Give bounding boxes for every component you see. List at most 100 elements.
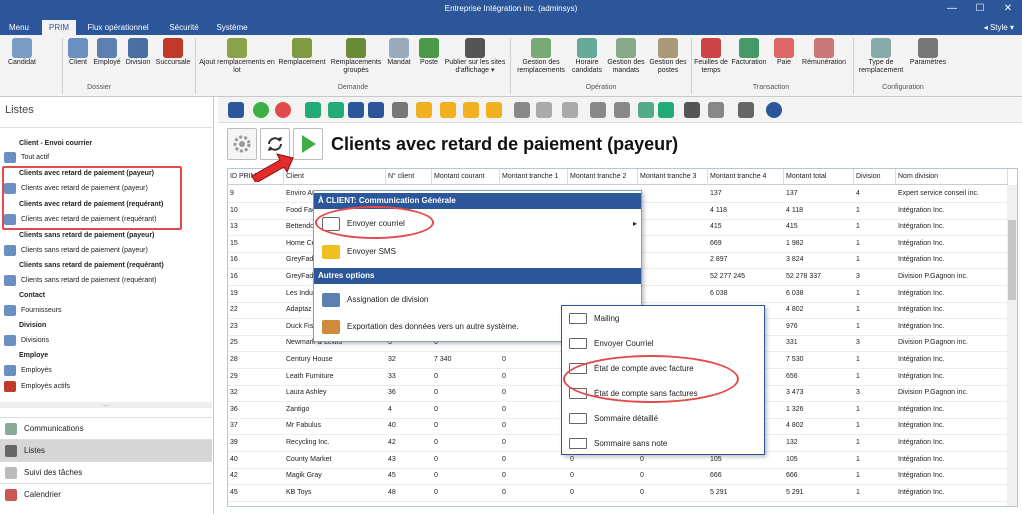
table-cell[interactable]: 1 xyxy=(854,402,896,418)
ribbon-type-remplacement-button[interactable]: Type de remplacement xyxy=(856,38,906,75)
table-cell[interactable]: 39 xyxy=(228,435,284,451)
column-header[interactable]: Client xyxy=(284,169,386,185)
table-cell[interactable]: 137 xyxy=(708,186,784,202)
ribbon-candidat-button[interactable]: Candidat xyxy=(4,38,40,67)
copy-icon[interactable] xyxy=(708,102,724,118)
tab-securite[interactable]: Sécurité xyxy=(164,20,204,35)
table-cell[interactable]: 3 xyxy=(854,385,896,401)
table-cell[interactable]: Intégration Inc. xyxy=(896,402,1008,418)
table-cell[interactable]: Intégration Inc. xyxy=(896,352,1008,368)
table-cell[interactable]: 4 xyxy=(386,402,432,418)
next-icon[interactable] xyxy=(463,102,479,118)
table-cell[interactable] xyxy=(638,203,708,219)
table-cell[interactable]: 0 xyxy=(500,369,568,385)
table-cell[interactable]: 28 xyxy=(228,352,284,368)
table-cell[interactable]: 976 xyxy=(784,319,854,335)
table-cell[interactable]: Intégration Inc. xyxy=(896,435,1008,451)
table-cell[interactable]: 1 xyxy=(854,302,896,318)
filter-edit-icon[interactable] xyxy=(368,102,384,118)
table-cell[interactable]: 52 278 337 xyxy=(784,269,854,285)
table-cell[interactable]: 0 xyxy=(500,468,568,484)
column-header[interactable]: N° client xyxy=(386,169,432,185)
table-cell[interactable]: 3 xyxy=(854,335,896,351)
ribbon-division-button[interactable]: Division xyxy=(123,38,153,67)
table-cell[interactable]: Mr Fabulus xyxy=(284,418,386,434)
tree-item[interactable]: Clients sans retard de paiement (payeur) xyxy=(4,244,148,257)
export-icon[interactable] xyxy=(658,102,674,118)
table-cell[interactable] xyxy=(638,219,708,235)
table-cell[interactable]: 13 xyxy=(228,219,284,235)
table-cell[interactable]: 1 xyxy=(854,468,896,484)
first-icon[interactable] xyxy=(416,102,432,118)
table-cell[interactable] xyxy=(638,252,708,268)
ribbon-ajout-remplacements-button[interactable]: Ajout remplacements en lot xyxy=(199,38,275,75)
table-cell[interactable]: Century House xyxy=(284,352,386,368)
tree-item[interactable]: Tout actif xyxy=(4,151,49,164)
column-header[interactable]: Nom division xyxy=(896,169,1008,185)
table-cell[interactable]: 22 xyxy=(228,302,284,318)
ribbon-succursale-button[interactable]: Succursale xyxy=(154,38,192,67)
table-cell[interactable]: 0 xyxy=(500,418,568,434)
table-cell[interactable]: 0 xyxy=(432,418,500,434)
table-cell[interactable]: 1 xyxy=(854,319,896,335)
ribbon-employe-button[interactable]: Employé xyxy=(92,38,122,67)
tree-item[interactable]: Employés actifs xyxy=(4,380,70,393)
table-cell[interactable]: 0 xyxy=(500,452,568,468)
table-cell[interactable]: Division P.Gagnon inc. xyxy=(896,335,1008,351)
table-cell[interactable]: 10 xyxy=(228,203,284,219)
table-cell[interactable]: 132 xyxy=(784,435,854,451)
splitter[interactable]: ..... xyxy=(0,402,212,408)
add-icon[interactable] xyxy=(253,102,269,118)
table-cell[interactable]: Intégration Inc. xyxy=(896,286,1008,302)
table-cell[interactable]: 0 xyxy=(638,485,708,501)
tree-item[interactable]: Contact xyxy=(4,289,45,302)
table-cell[interactable]: 16 xyxy=(228,269,284,285)
table-cell[interactable]: 105 xyxy=(784,452,854,468)
table-cell[interactable]: 0 xyxy=(500,435,568,451)
ribbon-feuilles-temps-button[interactable]: Feuilles de temps xyxy=(694,38,728,75)
table-cell[interactable]: County Market xyxy=(284,452,386,468)
last-icon[interactable] xyxy=(486,102,502,118)
table-cell[interactable]: 32 xyxy=(386,352,432,368)
tree-item[interactable]: Fournisseurs xyxy=(4,304,61,317)
table-cell[interactable]: Intégration Inc. xyxy=(896,418,1008,434)
tree-item[interactable]: Employe xyxy=(4,349,48,362)
table-cell[interactable]: 1 982 xyxy=(784,236,854,252)
tree-item[interactable]: Clients sans retard de paiement (payeur) xyxy=(4,229,154,242)
table-cell[interactable]: 0 xyxy=(432,385,500,401)
table-cell[interactable]: 19 xyxy=(228,286,284,302)
table-cell[interactable]: Intégration Inc. xyxy=(896,302,1008,318)
ribbon-client-button[interactable]: Client xyxy=(66,38,90,67)
table-cell[interactable]: 40 xyxy=(228,452,284,468)
table-cell[interactable]: 48 xyxy=(386,485,432,501)
tree-item[interactable]: Clients sans retard de paiement (requéra… xyxy=(4,259,164,272)
table-cell[interactable]: 0 xyxy=(432,485,500,501)
ribbon-parametres-button[interactable]: Paramètres xyxy=(908,38,948,67)
table-cell[interactable]: 1 326 xyxy=(784,402,854,418)
column-header[interactable]: Montant tranche 3 xyxy=(638,169,708,185)
table-cell[interactable]: Laura Ashley xyxy=(284,385,386,401)
table-cell[interactable]: 9 xyxy=(228,186,284,202)
tree-item[interactable]: Clients sans retard de paiement (requéra… xyxy=(4,274,156,287)
table-cell[interactable]: 36 xyxy=(386,385,432,401)
ribbon-gestion-mandats-button[interactable]: Gestion des mandats xyxy=(606,38,646,75)
tree-item[interactable]: Employés xyxy=(4,364,52,377)
table-cell[interactable]: 45 xyxy=(228,485,284,501)
table-cell[interactable]: 4 xyxy=(854,186,896,202)
delete-icon[interactable] xyxy=(275,102,291,118)
maximize-button[interactable]: ☐ xyxy=(966,0,994,18)
table-cell[interactable]: 42 xyxy=(386,435,432,451)
table-cell[interactable]: 0 xyxy=(500,352,568,368)
vertical-scrollbar[interactable] xyxy=(1007,185,1017,506)
ribbon-publier-button[interactable]: Publier sur les sites d'affichage ▾ xyxy=(442,38,508,75)
column-header[interactable]: Division xyxy=(854,169,896,185)
minimize-button[interactable]: — xyxy=(938,0,966,18)
table-cell[interactable]: 415 xyxy=(784,219,854,235)
table-cell[interactable]: 6 038 xyxy=(708,286,784,302)
ribbon-paie-button[interactable]: Paie xyxy=(772,38,796,67)
upload-icon[interactable] xyxy=(638,102,654,118)
ribbon-remplacement-button[interactable]: Remplacement xyxy=(276,38,328,67)
ribbon-poste-button[interactable]: Poste xyxy=(416,38,442,67)
table-cell[interactable]: Intégration Inc. xyxy=(896,219,1008,235)
table-cell[interactable]: 25 xyxy=(228,335,284,351)
